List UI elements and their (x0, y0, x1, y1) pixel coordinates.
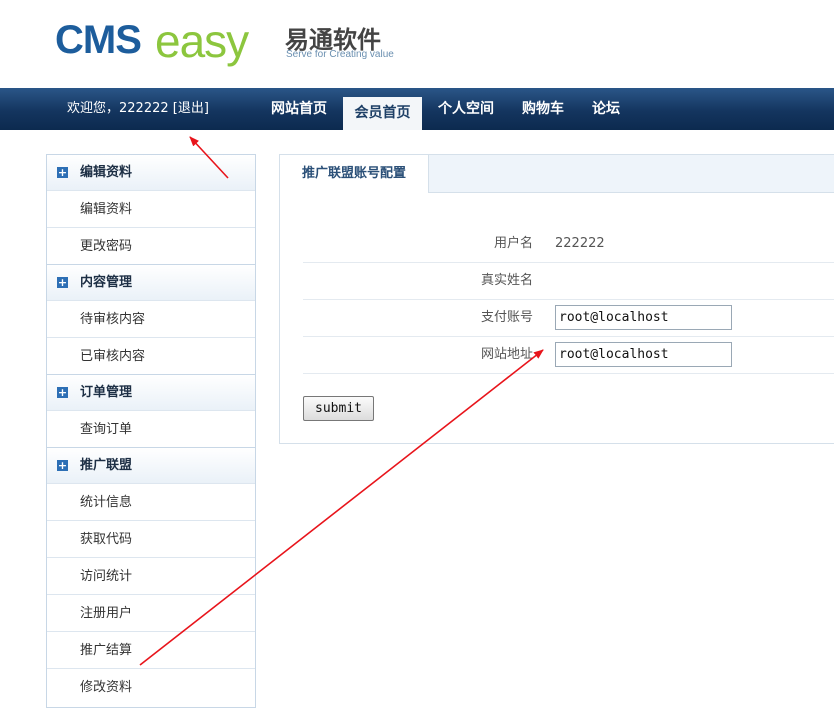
sidebar-group-edit-profile[interactable]: + 编辑资料 (47, 154, 255, 190)
sidebar-item-query-orders[interactable]: 查询订单 (47, 410, 255, 447)
realname-label: 真实姓名 (480, 273, 533, 288)
sidebar-group-title: 编辑资料 (80, 165, 133, 180)
payment-account-label: 支付账号 (480, 310, 533, 325)
expand-plus-icon: + (57, 459, 68, 472)
sidebar-group-content[interactable]: + 内容管理 (47, 264, 255, 300)
sidebar-item-edit-profile[interactable]: 编辑资料 (47, 190, 255, 227)
tab-affiliate-account-config[interactable]: 推广联盟账号配置 (280, 155, 429, 193)
website-url-input[interactable] (555, 342, 732, 367)
tab-bar: 推广联盟账号配置 (280, 155, 834, 193)
nav-member-home[interactable]: 会员首页 (343, 97, 422, 130)
sidebar-item-settlement[interactable]: 推广结算 (47, 631, 255, 668)
sidebar-item-change-password[interactable]: 更改密码 (47, 227, 255, 264)
sidebar-group-title: 推广联盟 (80, 458, 133, 473)
top-navbar: 欢迎您，222222 [退出] 网站首页 会员首页 个人空间 购物车 论坛 (0, 88, 834, 130)
logo-cms-text: CMS (55, 18, 142, 62)
sidebar-item-get-code[interactable]: 获取代码 (47, 520, 255, 557)
form-row-website-url: 网站地址 (303, 336, 834, 374)
sidebar-item-statistics[interactable]: 统计信息 (47, 483, 255, 520)
nav-shopping-cart[interactable]: 购物车 (512, 88, 574, 130)
header: CMS easy 易通软件 Serve for Creating value (0, 0, 834, 88)
sidebar-group-title: 内容管理 (80, 275, 133, 290)
welcome-logout-link[interactable]: 欢迎您，222222 [退出] (67, 88, 209, 130)
submit-button[interactable]: submit (303, 396, 374, 421)
nav-site-home[interactable]: 网站首页 (260, 88, 338, 130)
form-row-realname: 真实姓名 (303, 262, 834, 300)
nav-personal-space[interactable]: 个人空间 (428, 88, 504, 130)
form-row-payment-account: 支付账号 (303, 299, 834, 337)
sidebar-item-modify-info[interactable]: 修改资料 (47, 668, 255, 705)
website-url-label: 网站地址 (480, 347, 533, 362)
member-sidebar: + 编辑资料 编辑资料 更改密码 + 内容管理 待审核内容 已审核内容 + 订单… (46, 154, 256, 708)
sidebar-group-title: 订单管理 (80, 385, 133, 400)
form-row-username: 用户名 222222 (303, 225, 834, 263)
sidebar-item-approved-content[interactable]: 已审核内容 (47, 337, 255, 374)
logo-easy-text: easy (155, 15, 249, 67)
payment-account-input[interactable] (555, 305, 732, 330)
sidebar-group-orders[interactable]: + 订单管理 (47, 374, 255, 410)
expand-plus-icon: + (57, 166, 68, 179)
expand-plus-icon: + (57, 386, 68, 399)
username-label: 用户名 (493, 236, 533, 251)
username-value: 222222 (555, 236, 605, 251)
sidebar-item-visit-stats[interactable]: 访问统计 (47, 557, 255, 594)
expand-plus-icon: + (57, 276, 68, 289)
logo-slogan: Serve for Creating value (286, 49, 394, 60)
sidebar-group-affiliate[interactable]: + 推广联盟 (47, 447, 255, 483)
nav-forum[interactable]: 论坛 (583, 88, 629, 130)
sidebar-item-pending-content[interactable]: 待审核内容 (47, 300, 255, 337)
affiliate-config-panel: 推广联盟账号配置 用户名 222222 真实姓名 支付账号 网站地址 submi… (279, 154, 834, 444)
sidebar-item-registered-users[interactable]: 注册用户 (47, 594, 255, 631)
